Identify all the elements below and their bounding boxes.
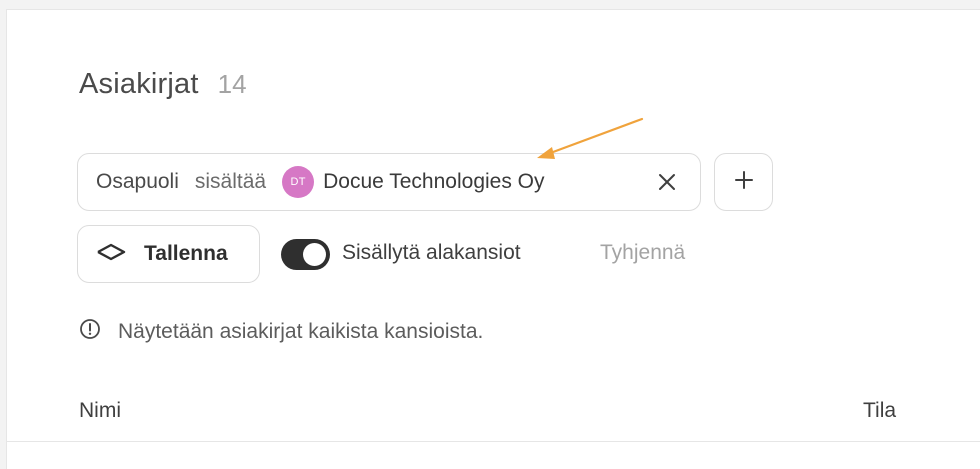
filter-field[interactable]: Osapuoli [96,170,179,194]
toggle-knob [303,243,326,266]
info-circle-icon [79,318,101,345]
page-header: Asiakirjat 14 [79,68,247,101]
filter-operator[interactable]: sisältää [195,170,266,194]
info-message: Näytetään asiakirjat kaikista kansioista… [79,318,483,345]
close-icon[interactable] [656,171,678,193]
filter-chip[interactable]: Osapuoli sisältää DT Docue Technologies … [77,153,701,211]
column-header-status[interactable]: Tila [863,399,896,423]
save-label: Tallenna [144,242,228,265]
include-subfolders-toggle[interactable] [281,239,330,270]
diamond-outline-icon [96,243,126,266]
include-subfolders-label[interactable]: Sisällytä alakansiot [342,241,521,265]
document-count: 14 [217,69,247,99]
column-header-name[interactable]: Nimi [79,399,121,423]
avatar: DT [282,166,315,198]
page-title: Asiakirjat [79,68,199,100]
documents-panel: Asiakirjat 14 Osapuoli sisältää DT Docue… [6,9,980,469]
table-header-divider [7,441,980,442]
filter-value[interactable]: Docue Technologies Oy [323,170,544,194]
add-filter-button[interactable] [714,153,773,211]
info-text: Näytetään asiakirjat kaikista kansioista… [118,319,484,343]
plus-icon [734,170,754,195]
save-button[interactable]: Tallenna [77,225,260,283]
clear-filters-link[interactable]: Tyhjennä [600,241,685,265]
